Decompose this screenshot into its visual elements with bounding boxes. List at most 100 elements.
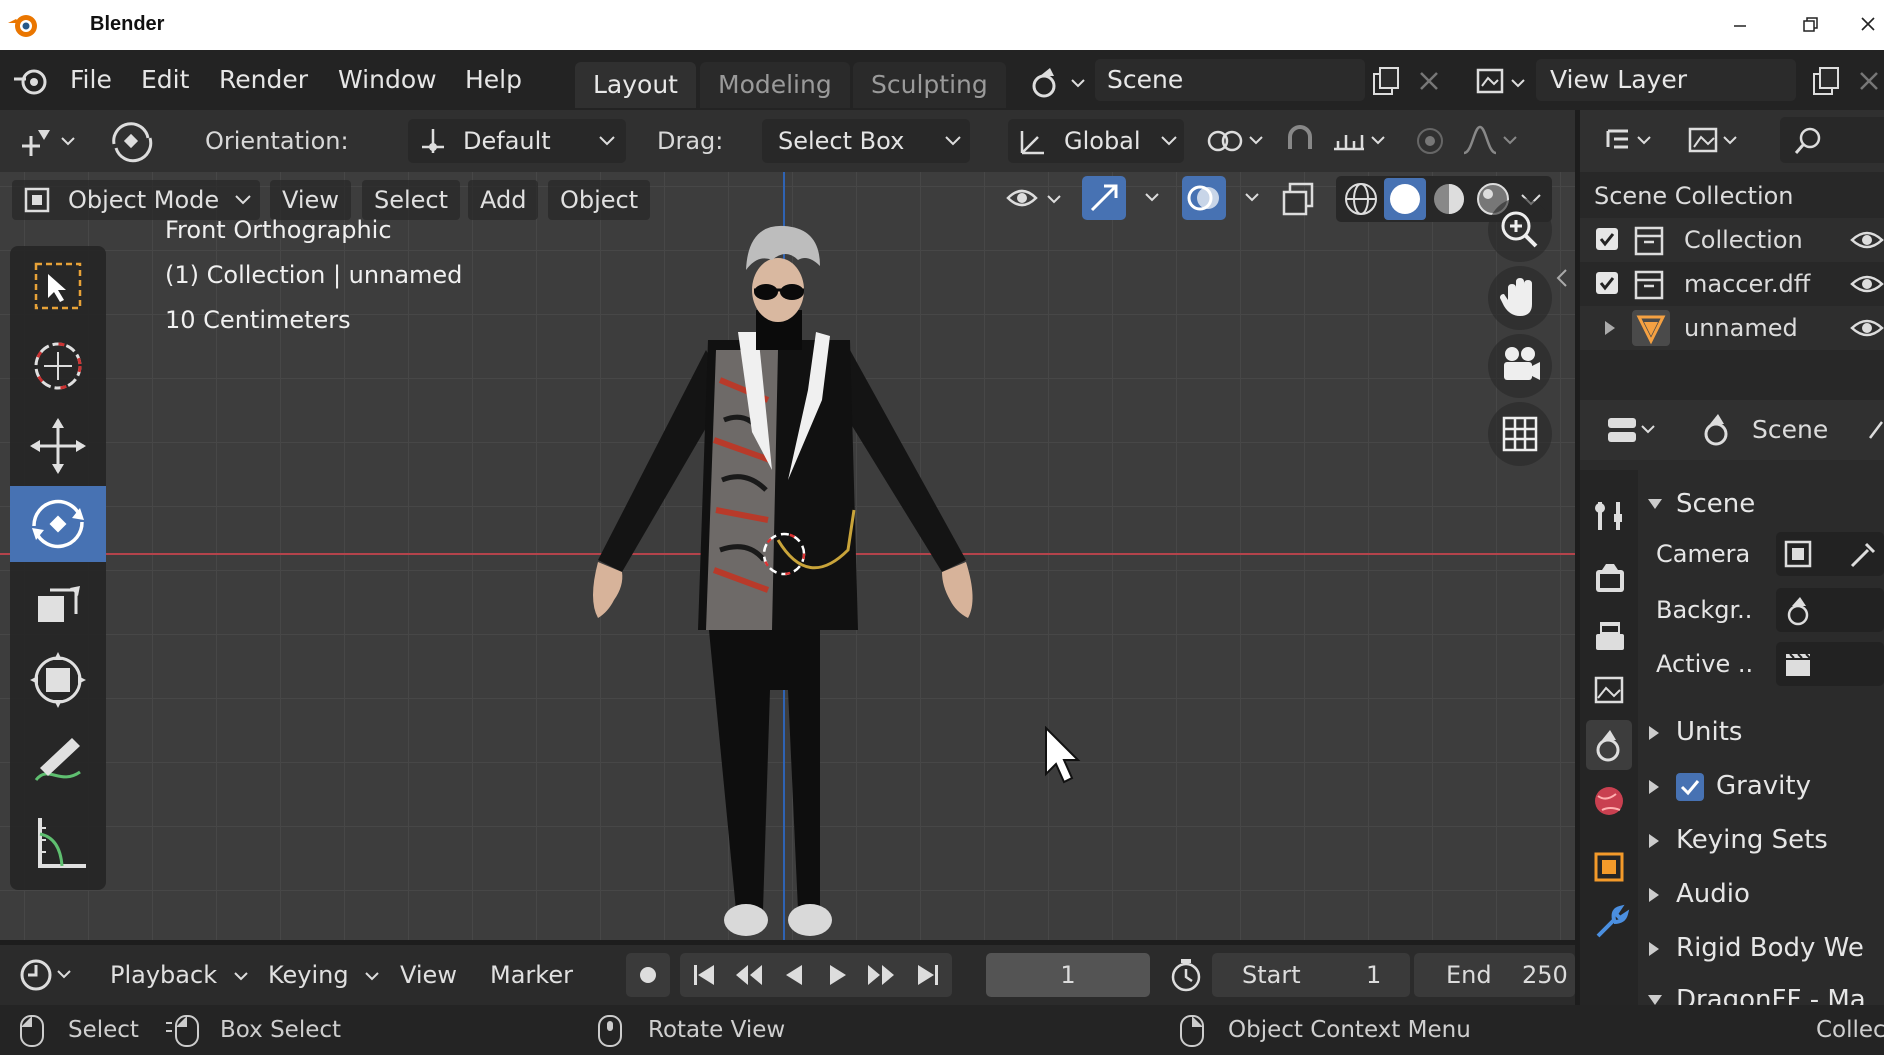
menu-help[interactable]: Help <box>455 62 532 98</box>
editor-type-icon[interactable] <box>1600 119 1662 163</box>
cursor-tool-icon[interactable] <box>10 328 106 404</box>
play-reverse-icon[interactable] <box>774 953 814 997</box>
perspective-grid-icon[interactable] <box>1488 402 1552 466</box>
delete-scene-icon[interactable] <box>1412 64 1446 98</box>
viewport-menu-select[interactable]: Select <box>362 180 461 220</box>
sidebar-toggle-chevron-icon[interactable] <box>1554 266 1570 290</box>
proportional-falloff-icon[interactable] <box>1458 119 1524 163</box>
checkbox-icon[interactable] <box>1596 272 1618 294</box>
output-tab-icon[interactable] <box>1586 610 1632 660</box>
scale-tool-icon[interactable] <box>10 564 106 640</box>
proportional-editing-icon[interactable] <box>1408 119 1452 163</box>
drag-dropdown[interactable]: Select Box <box>762 119 970 163</box>
scene-tab-icon[interactable] <box>1586 720 1632 770</box>
display-mode-icon[interactable] <box>1684 119 1746 163</box>
outliner-item-collection[interactable]: Collection <box>1580 218 1884 262</box>
blender-menu-icon[interactable] <box>10 64 50 98</box>
annotate-tool-icon[interactable] <box>10 724 106 800</box>
prev-keyframe-icon[interactable] <box>728 953 768 997</box>
current-frame-field[interactable]: 1 <box>986 953 1150 997</box>
eyedropper-icon[interactable] <box>1848 538 1880 570</box>
gravity-panel-header[interactable]: Gravity <box>1646 764 1884 808</box>
close-button[interactable] <box>1852 10 1884 40</box>
timeline-editor-type-icon[interactable] <box>14 953 78 997</box>
tab-modeling[interactable]: Modeling <box>700 62 850 108</box>
wireframe-shading-icon[interactable] <box>1340 178 1382 220</box>
camera-view-icon[interactable] <box>1488 334 1552 398</box>
minimize-button[interactable] <box>1720 10 1760 40</box>
expand-arrow-icon[interactable] <box>1602 318 1618 338</box>
pan-hand-icon[interactable] <box>1488 266 1552 330</box>
timeline-menu-marker[interactable]: Marker <box>480 953 583 997</box>
pin-icon[interactable] <box>1866 414 1884 446</box>
scene-name-field[interactable]: Scene <box>1095 59 1365 101</box>
preview-range-icon[interactable] <box>1164 953 1208 997</box>
scene-selector-icon[interactable] <box>1028 62 1088 104</box>
timeline-menu-keying[interactable]: Keying <box>258 953 390 997</box>
jump-start-icon[interactable] <box>684 953 724 997</box>
delete-view-layer-icon[interactable] <box>1852 64 1884 98</box>
play-icon[interactable] <box>818 953 858 997</box>
gizmo-toggle-icon[interactable] <box>1080 174 1172 222</box>
rigid-body-panel-header[interactable]: Rigid Body We <box>1646 926 1884 970</box>
select-box-tool-icon[interactable] <box>10 248 106 324</box>
record-button[interactable] <box>626 953 670 997</box>
render-tab-icon[interactable] <box>1586 554 1632 604</box>
outliner-item-unnamed[interactable]: unnamed <box>1580 306 1884 350</box>
menu-window[interactable]: Window <box>328 62 447 98</box>
snap-toggle-icon[interactable] <box>1278 119 1322 163</box>
tool-tab-icon[interactable] <box>1586 490 1632 540</box>
world-tab-icon[interactable] <box>1586 776 1632 826</box>
pivot-point-icon[interactable] <box>1204 119 1270 163</box>
orientation-dropdown[interactable]: Default <box>408 119 626 163</box>
outliner-root[interactable]: Scene Collection <box>1580 174 1884 218</box>
visibility-selector-icon[interactable] <box>1002 178 1072 222</box>
new-view-layer-icon[interactable] <box>1806 62 1846 102</box>
character-model[interactable] <box>558 220 1018 940</box>
active-tool-icon[interactable] <box>12 118 82 164</box>
rotate-tool-icon[interactable] <box>104 116 160 166</box>
view-layer-name-field[interactable]: View Layer <box>1536 59 1796 101</box>
scene-panel-header[interactable]: Scene <box>1646 482 1884 526</box>
overlays-toggle-icon[interactable] <box>1180 174 1272 222</box>
active-clip-field[interactable] <box>1776 642 1884 686</box>
audio-panel-header[interactable]: Audio <box>1646 872 1884 916</box>
measure-tool-icon[interactable] <box>10 804 106 880</box>
3d-viewport[interactable]: Object Mode View Select Add Object Front… <box>0 172 1575 940</box>
jump-end-icon[interactable] <box>908 953 948 997</box>
restore-button[interactable] <box>1790 10 1830 40</box>
next-keyframe-icon[interactable] <box>862 953 902 997</box>
properties-editor-type-icon[interactable] <box>1602 408 1664 452</box>
menu-render[interactable]: Render <box>209 62 318 98</box>
eye-icon[interactable] <box>1850 272 1884 296</box>
solid-shading-icon[interactable] <box>1384 178 1426 220</box>
new-scene-icon[interactable] <box>1366 62 1406 102</box>
viewport-menu-object[interactable]: Object <box>548 180 651 220</box>
eye-icon[interactable] <box>1850 316 1884 340</box>
move-tool-icon[interactable] <box>10 408 106 484</box>
eye-icon[interactable] <box>1850 228 1884 252</box>
gravity-checkbox[interactable] <box>1676 773 1704 801</box>
units-panel-header[interactable]: Units <box>1646 710 1884 754</box>
snap-target-icon[interactable] <box>1328 119 1394 163</box>
viewport-menu-view[interactable]: View <box>270 180 351 220</box>
rotate-tool-button-icon[interactable] <box>10 486 106 562</box>
end-frame-field[interactable]: End 250 <box>1414 953 1575 997</box>
outliner-search-field[interactable] <box>1780 117 1884 163</box>
timeline-menu-playback[interactable]: Playback <box>100 953 259 997</box>
start-frame-field[interactable]: Start 1 <box>1212 953 1410 997</box>
material-shading-icon[interactable] <box>1428 178 1470 220</box>
modifier-tab-icon[interactable] <box>1586 898 1632 948</box>
outliner-item-maccer[interactable]: maccer.dff <box>1580 262 1884 306</box>
object-tab-icon[interactable] <box>1586 842 1632 892</box>
view-layer-selector-icon[interactable] <box>1470 62 1530 104</box>
xray-toggle-icon[interactable] <box>1280 178 1324 222</box>
menu-edit[interactable]: Edit <box>131 62 199 98</box>
viewport-menu-add[interactable]: Add <box>468 180 539 220</box>
tab-sculpting[interactable]: Sculpting <box>853 62 1006 108</box>
menu-file[interactable]: File <box>60 62 122 98</box>
transform-orientation-dropdown[interactable]: Global <box>1008 119 1184 163</box>
timeline-menu-view[interactable]: View <box>390 953 467 997</box>
transform-tool-icon[interactable] <box>10 642 106 718</box>
tab-layout[interactable]: Layout <box>575 62 696 108</box>
